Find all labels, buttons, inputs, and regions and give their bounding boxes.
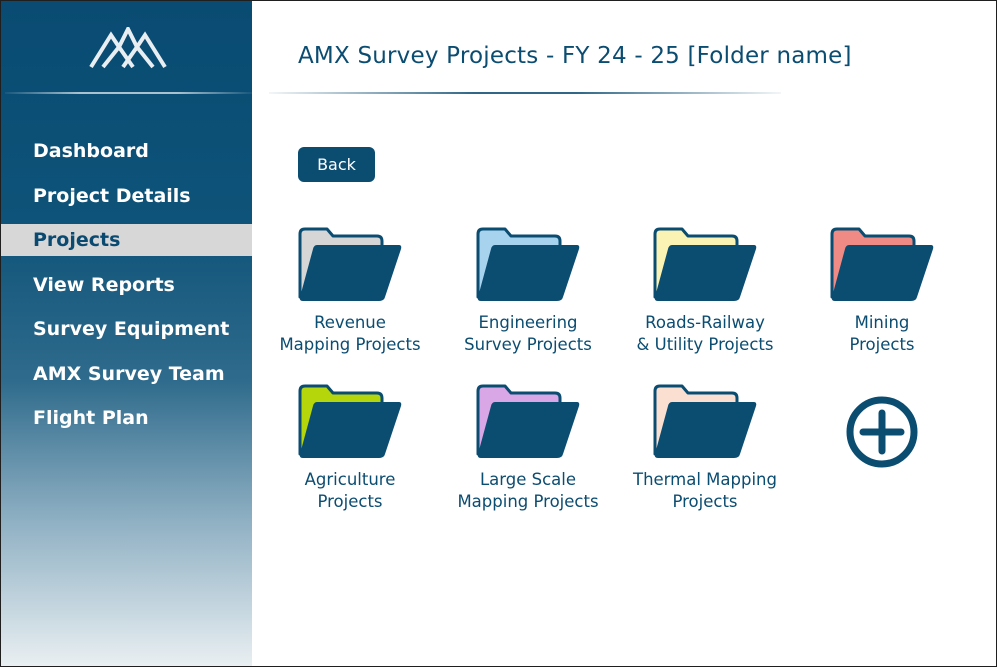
folder-front-panel bbox=[831, 245, 934, 301]
folder-label: Large Scale Mapping Projects bbox=[457, 470, 599, 511]
folder-tile[interactable]: Agriculture Projects bbox=[260, 384, 440, 512]
sidebar-item-dashboard[interactable]: Dashboard bbox=[1, 129, 252, 174]
folder-label: Thermal Mapping Projects bbox=[632, 470, 777, 511]
folder-front-panel bbox=[299, 402, 402, 458]
sidebar-item-view-reports[interactable]: View Reports bbox=[1, 263, 252, 308]
folder-label: Revenue Mapping Projects bbox=[279, 313, 421, 354]
folder-label: Mining Projects bbox=[849, 313, 915, 354]
folder-tile[interactable]: Large Scale Mapping Projects bbox=[438, 384, 618, 512]
folder-icon bbox=[298, 227, 402, 301]
folder-icon bbox=[476, 227, 580, 301]
sidebar-item-flight-plan[interactable]: Flight Plan bbox=[1, 396, 252, 441]
sidebar-item-survey-equipment[interactable]: Survey Equipment bbox=[1, 307, 252, 352]
folder-front-panel bbox=[654, 402, 757, 458]
title-divider bbox=[269, 92, 781, 94]
folder-front-panel bbox=[299, 245, 402, 301]
folder-front-panel bbox=[477, 245, 580, 301]
folder-icon bbox=[653, 384, 757, 458]
sidebar-item-project-details[interactable]: Project Details bbox=[1, 174, 252, 219]
folder-tile[interactable]: Revenue Mapping Projects bbox=[260, 227, 440, 355]
folder-tile[interactable]: Engineering Survey Projects bbox=[438, 227, 618, 355]
folder-front-panel bbox=[654, 245, 757, 301]
sidebar-divider bbox=[5, 92, 252, 94]
folder-front-panel bbox=[477, 402, 580, 458]
folder-icon bbox=[653, 227, 757, 301]
sidebar: Dashboard Project Details Projects View … bbox=[1, 1, 252, 666]
folder-tile[interactable]: Thermal Mapping Projects bbox=[615, 384, 795, 512]
folder-tile[interactable]: Mining Projects bbox=[792, 227, 972, 355]
sidebar-nav: Dashboard Project Details Projects View … bbox=[1, 129, 252, 441]
folder-icon bbox=[298, 384, 402, 458]
folder-label: Agriculture Projects bbox=[304, 470, 396, 511]
mountain-logo-icon bbox=[89, 27, 167, 69]
app-window: Dashboard Project Details Projects View … bbox=[0, 0, 997, 667]
folder-label: Roads-Railway & Utility Projects bbox=[636, 313, 774, 354]
back-button[interactable]: Back bbox=[298, 147, 375, 182]
folder-icon bbox=[830, 227, 934, 301]
sidebar-item-amx-survey-team[interactable]: AMX Survey Team bbox=[1, 352, 252, 397]
folder-label: Engineering Survey Projects bbox=[464, 313, 592, 354]
folder-tile[interactable]: Roads-Railway & Utility Projects bbox=[615, 227, 795, 355]
folder-icon bbox=[476, 384, 580, 458]
page-title: AMX Survey Projects - FY 24 - 25 [Folder… bbox=[298, 43, 852, 69]
plus-circle-icon[interactable] bbox=[846, 396, 918, 468]
sidebar-item-projects[interactable]: Projects bbox=[1, 224, 252, 256]
